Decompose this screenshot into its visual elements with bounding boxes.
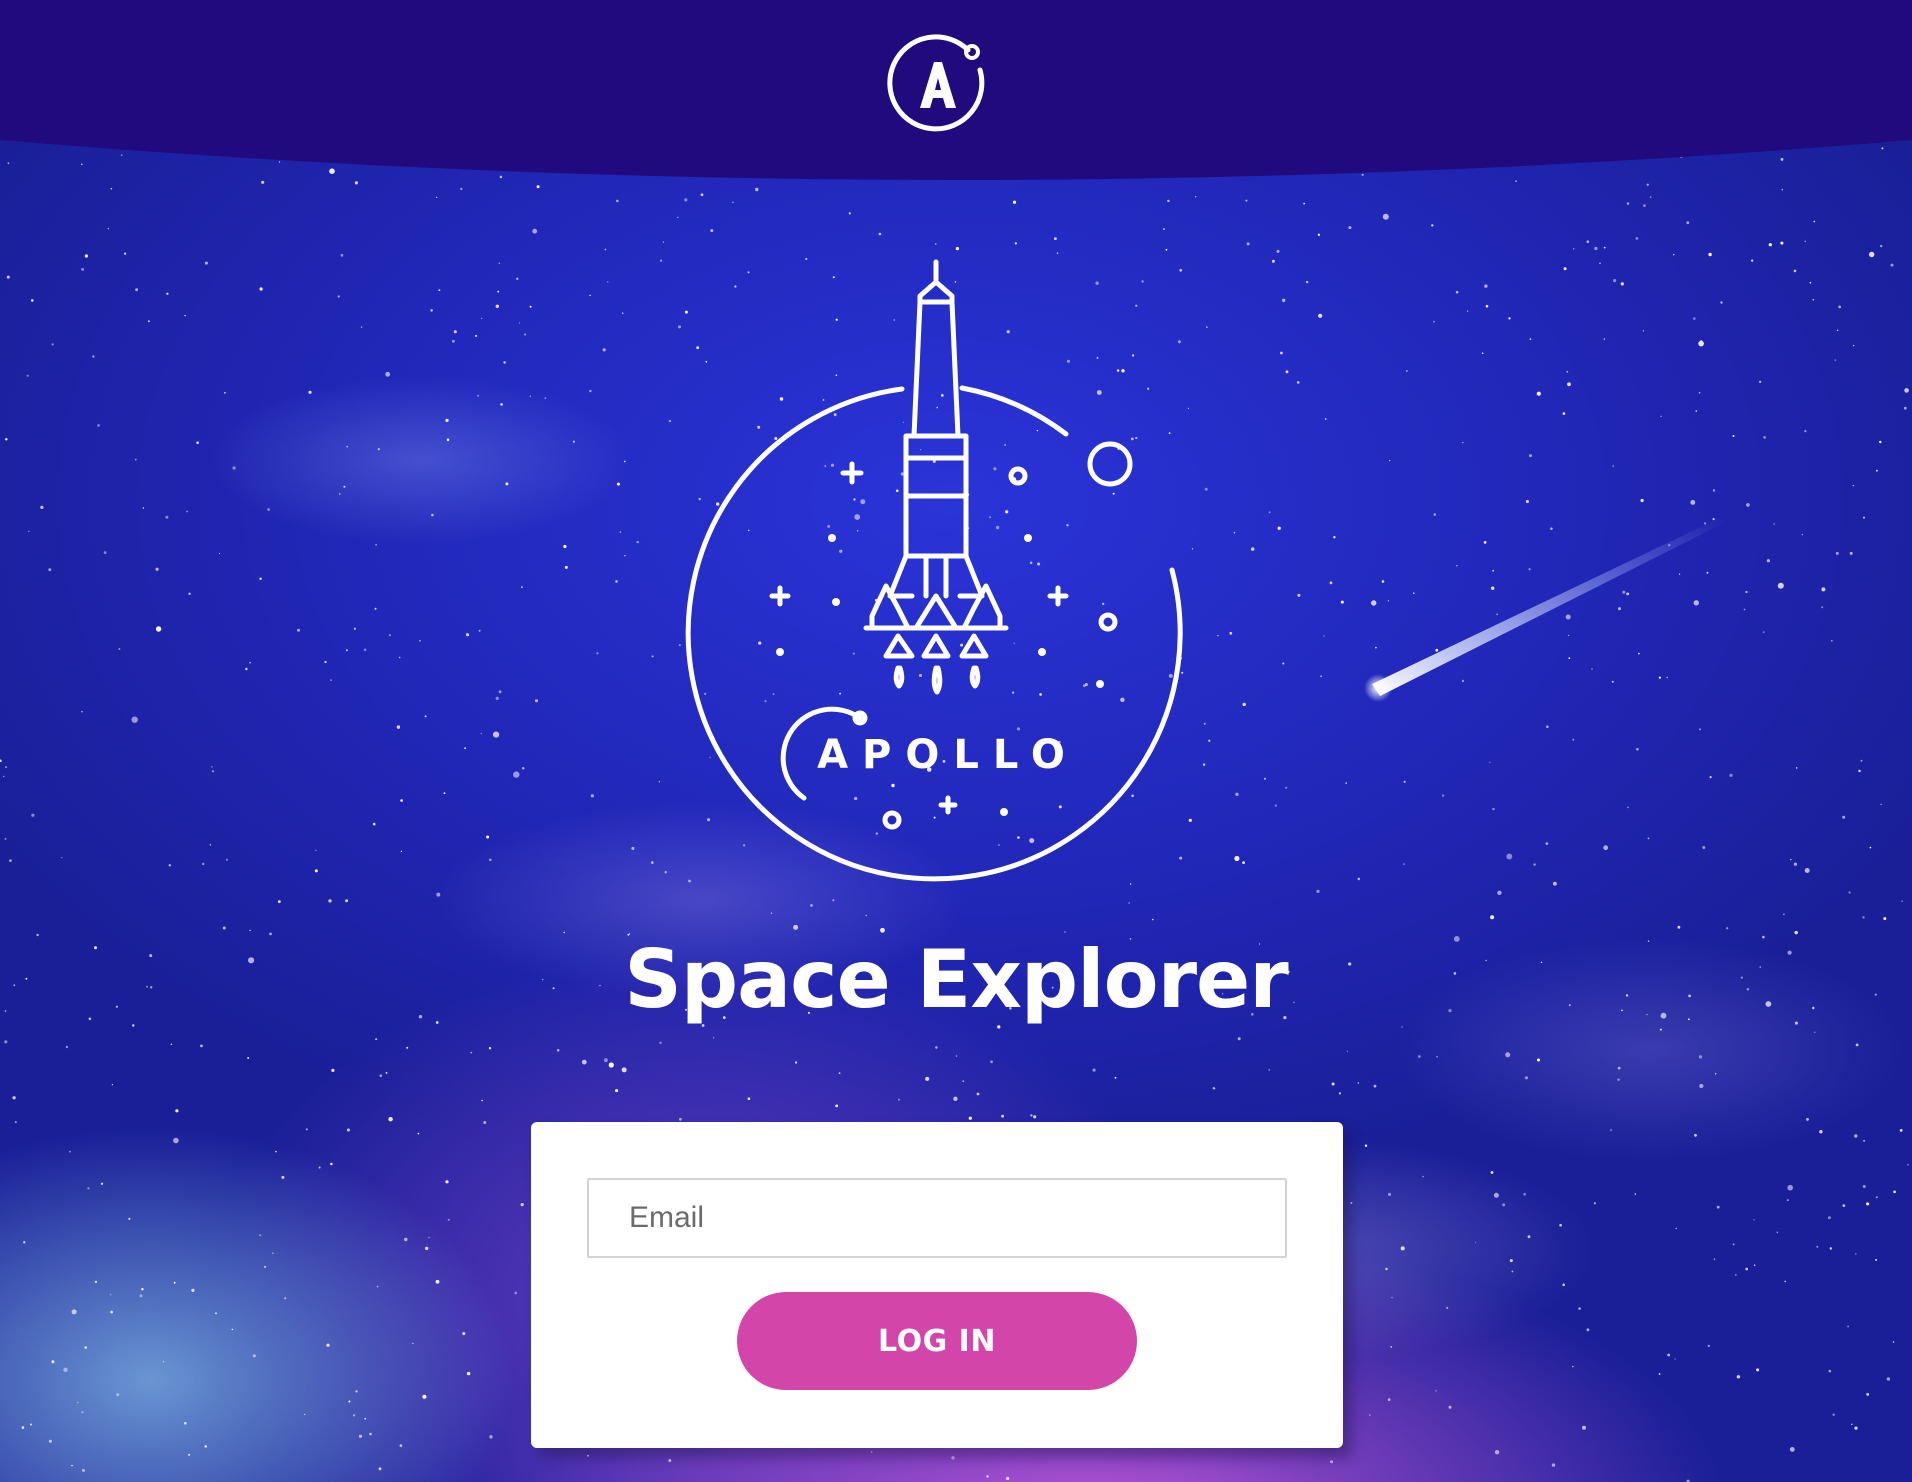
apollo-rocket-emblem-icon: APOLLO [685,259,1183,882]
page-title: Space Explorer [624,933,1288,1026]
login-page: APOLLO Space Explorer LOG IN [0,0,1912,1482]
apollo-wordmark: APOLLO [817,732,1079,778]
top-header [0,0,1912,200]
login-button[interactable]: LOG IN [737,1292,1137,1390]
email-field[interactable] [587,1178,1287,1258]
apollo-a-icon[interactable] [886,32,988,134]
login-card: LOG IN [531,1122,1343,1448]
shooting-star-icon [1364,518,1726,702]
